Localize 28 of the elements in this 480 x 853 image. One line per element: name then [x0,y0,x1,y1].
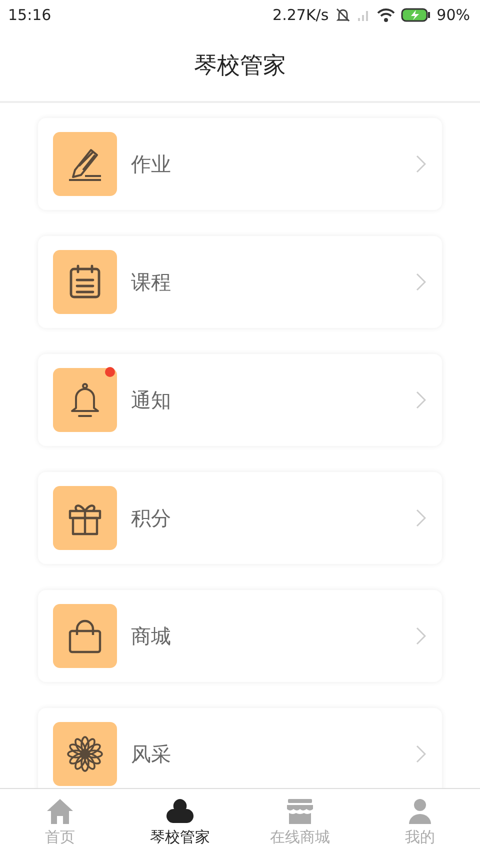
status-time: 15:16 [8,6,52,24]
chevron-icon [416,627,426,645]
menu-card[interactable]: 商城 [38,590,442,682]
nav-tab[interactable]: 琴校管家 [120,789,240,853]
battery-level: 90% [436,6,470,24]
menu-label: 通知 [131,386,172,414]
page-title: 琴校管家 [194,52,286,81]
signal-icon [356,8,371,22]
menu-label: 课程 [131,268,172,296]
menu-label: 风采 [131,740,172,768]
menu-card[interactable]: 通知 [38,354,442,446]
wifi-icon [376,7,395,23]
chevron-icon [416,155,426,173]
network-speed: 2.27K/s [272,6,329,24]
muted-bell-icon [334,7,351,23]
chevron-icon [416,745,426,763]
menu-card[interactable]: 作业 [38,118,442,210]
chevron-icon [416,391,426,409]
menu-card[interactable]: 课程 [38,236,442,328]
chevron-icon [416,509,426,527]
menu-label: 积分 [131,504,172,532]
chevron-icon [416,273,426,291]
menu-card[interactable]: 积分 [38,472,442,564]
menu-label: 作业 [131,150,172,178]
menu-label: 商城 [131,622,172,650]
menu-card[interactable]: 风采 [38,708,442,788]
battery-icon [400,7,431,23]
flower-icon [65,734,105,774]
